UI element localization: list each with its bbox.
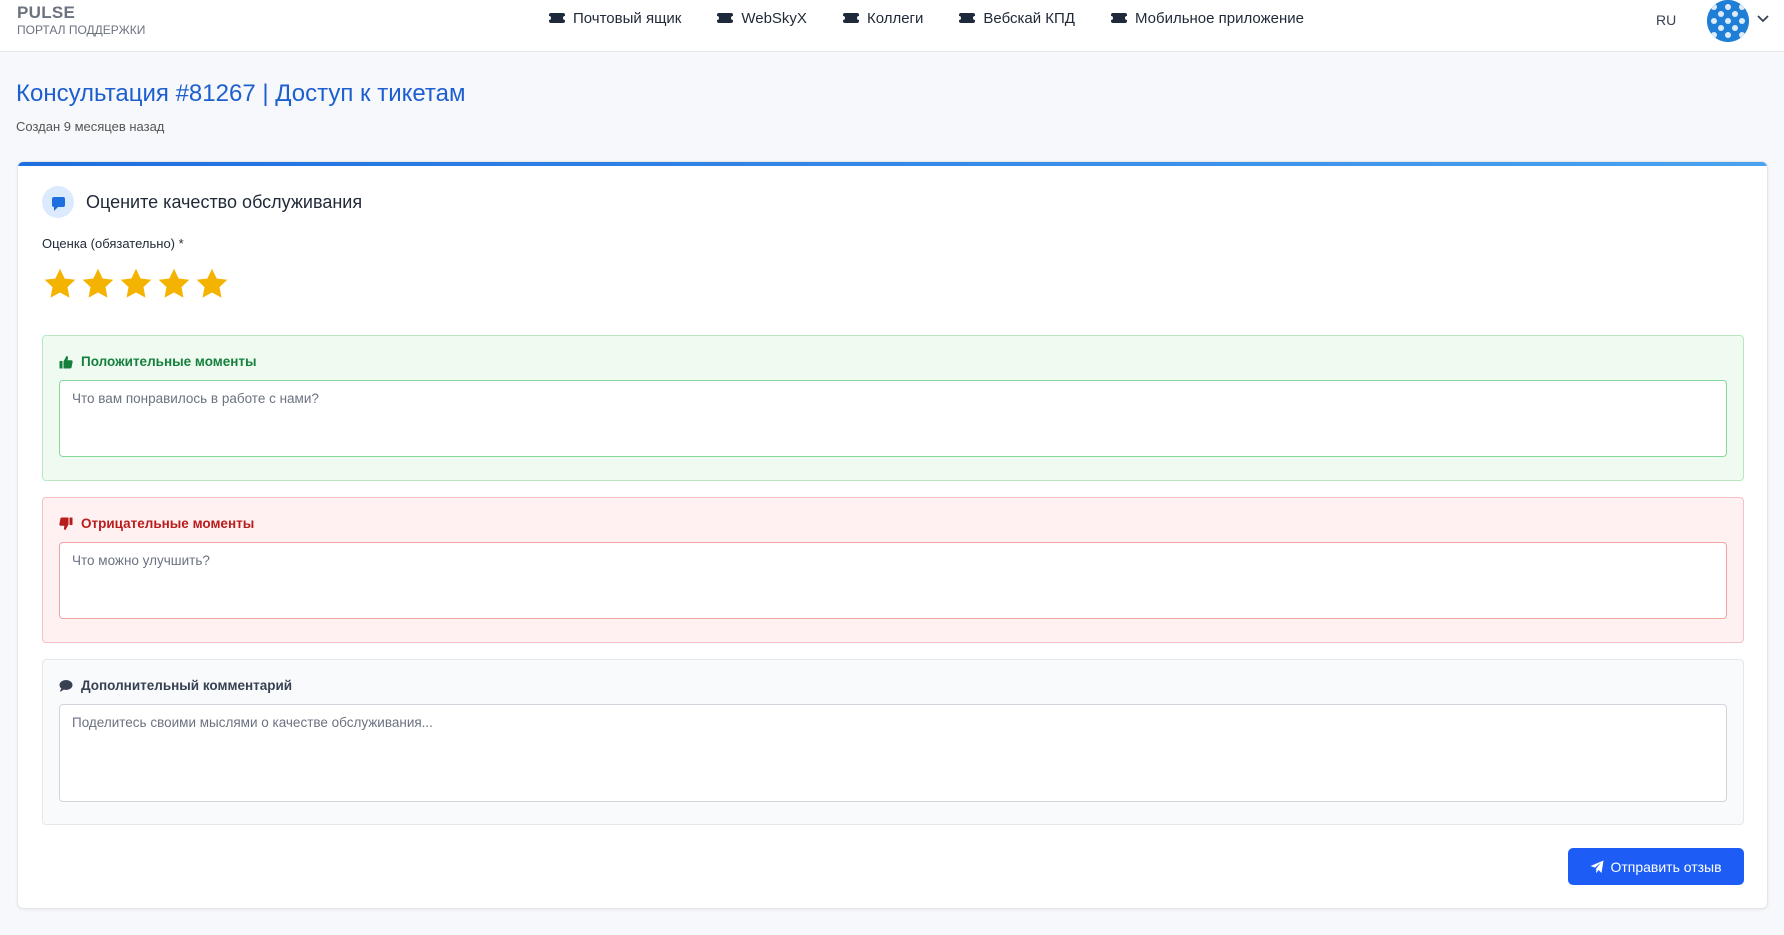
card-accent-line bbox=[18, 162, 1767, 166]
star-icon[interactable] bbox=[156, 266, 192, 302]
card-title: Оцените качество обслуживания bbox=[86, 192, 363, 212]
thumbs-up-icon bbox=[59, 355, 73, 368]
avatar-pattern-icon bbox=[1707, 0, 1749, 42]
comment-section: Дополнительный комментарий bbox=[42, 659, 1744, 825]
negative-label-text: Отрицательные моменты bbox=[81, 516, 255, 531]
nav-item-label: Мобильное приложение bbox=[1134, 9, 1304, 27]
top-navbar: PULSE ПОРТАЛ ПОДДЕРЖКИ Почтовый ящик Web… bbox=[0, 0, 1784, 52]
avatar[interactable] bbox=[1707, 0, 1749, 42]
ticket-icon bbox=[840, 13, 861, 23]
star-icon[interactable] bbox=[42, 266, 78, 302]
page-title: Консультация #81267 | Доступ к тикетам bbox=[16, 80, 466, 107]
positive-label: Положительные моменты bbox=[59, 354, 257, 369]
page-subtitle: Создан 9 месяцев назад bbox=[16, 119, 165, 134]
positive-section: Положительные моменты bbox=[42, 335, 1744, 481]
negative-label: Отрицательные моменты bbox=[59, 516, 254, 531]
thumbs-down-icon bbox=[59, 517, 73, 530]
star-icon[interactable] bbox=[118, 266, 154, 302]
brand-name: PULSE bbox=[17, 3, 76, 22]
star-icon[interactable] bbox=[80, 266, 116, 302]
comment-textarea[interactable] bbox=[59, 704, 1727, 802]
nav-item-label: Вебскай КПД bbox=[983, 9, 1075, 27]
nav-item-mobile-app[interactable]: Мобильное приложение bbox=[1108, 9, 1304, 27]
brand-subtitle: ПОРТАЛ ПОДДЕРЖКИ bbox=[17, 23, 146, 37]
submit-feedback-label: Отправить отзыв bbox=[1610, 858, 1722, 875]
comment-label: Дополнительный комментарий bbox=[59, 678, 292, 693]
nav-item-label: Почтовый ящик bbox=[573, 9, 682, 27]
language-switcher[interactable]: RU bbox=[1656, 12, 1676, 28]
chat-bubble-icon bbox=[42, 186, 74, 218]
brand-logo[interactable]: PULSE ПОРТАЛ ПОДДЕРЖКИ bbox=[17, 3, 145, 38]
ticket-icon bbox=[1108, 13, 1129, 23]
main-nav: Почтовый ящик WebSkyX Коллеги Вебскай КП… bbox=[547, 0, 1340, 36]
chevron-down-icon[interactable] bbox=[1756, 12, 1770, 26]
negative-section: Отрицательные моменты bbox=[42, 497, 1744, 643]
ticket-icon bbox=[715, 13, 736, 23]
nav-item-label: WebSkyX bbox=[741, 9, 807, 27]
nav-item-mailbox[interactable]: Почтовый ящик bbox=[547, 9, 682, 27]
submit-feedback-button[interactable]: Отправить отзыв bbox=[1568, 848, 1744, 885]
nav-item-colleagues[interactable]: Коллеги bbox=[840, 9, 924, 27]
paper-plane-icon bbox=[1590, 860, 1604, 873]
comment-icon bbox=[59, 679, 73, 692]
star-icon[interactable] bbox=[194, 266, 230, 302]
nav-item-label: Коллеги bbox=[866, 9, 924, 27]
feedback-card: Оцените качество обслуживания Оценка (об… bbox=[17, 161, 1768, 909]
rating-label: Оценка (обязательно) * bbox=[42, 236, 184, 251]
star-rating[interactable] bbox=[42, 266, 232, 302]
positive-textarea[interactable] bbox=[59, 380, 1727, 457]
ticket-icon bbox=[547, 13, 567, 23]
negative-textarea[interactable] bbox=[59, 542, 1727, 619]
positive-label-text: Положительные моменты bbox=[81, 354, 257, 369]
nav-item-websky-kpd[interactable]: Вебскай КПД bbox=[957, 9, 1075, 27]
nav-item-webskyx[interactable]: WebSkyX bbox=[715, 9, 807, 27]
comment-label-text: Дополнительный комментарий bbox=[81, 678, 293, 693]
ticket-icon bbox=[957, 13, 978, 23]
